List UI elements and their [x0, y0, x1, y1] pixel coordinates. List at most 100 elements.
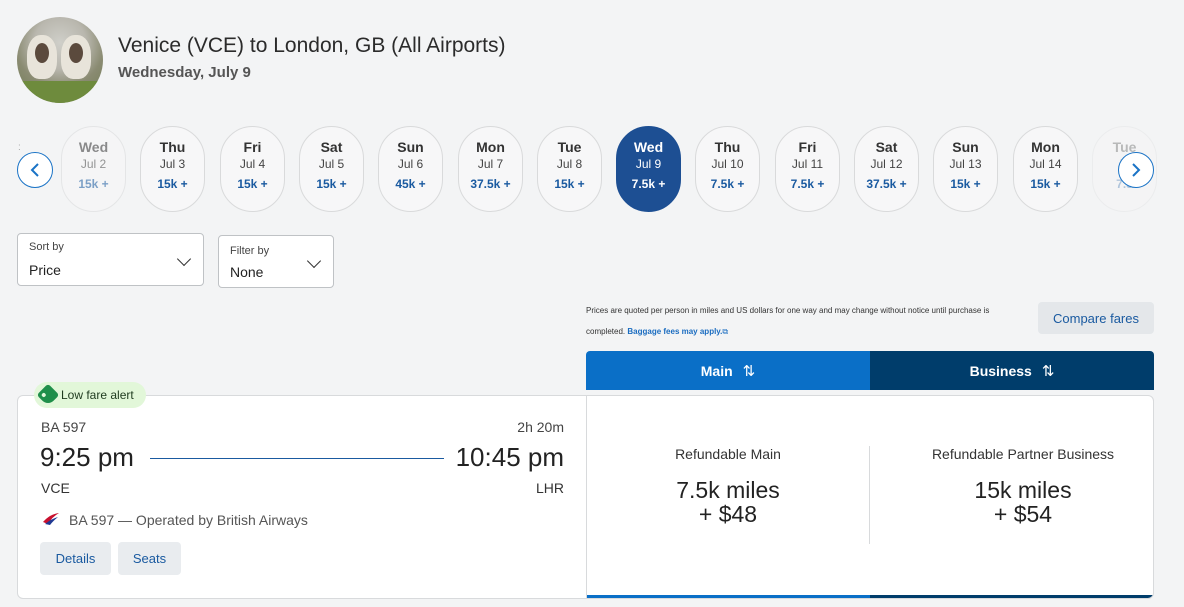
filter-label: Filter by — [230, 245, 270, 257]
date-label: Jul 5 — [318, 157, 345, 171]
date-weekday: Thu — [714, 139, 741, 155]
arrival-time: 10:45 pm — [455, 442, 564, 472]
date-weekday: Sat — [875, 139, 898, 155]
departure-airport: VCE — [41, 480, 70, 496]
chevron-left-icon — [30, 163, 39, 177]
date-weekday: Wed — [78, 139, 109, 155]
compare-fares-button[interactable]: Compare fares — [1038, 302, 1154, 334]
fare-main[interactable]: Refundable Main 7.5k miles + $48 — [632, 446, 824, 526]
date-option[interactable]: Fri Jul 11 7.5k + — [775, 126, 840, 212]
date-weekday: Tue — [1112, 139, 1137, 155]
date-weekday: Thu — [159, 139, 186, 155]
fare-name: Refundable Main — [675, 446, 781, 462]
flight-duration: 2h 20m — [517, 419, 564, 435]
filter-value: None — [230, 264, 264, 280]
price-notice: Prices are quoted per person in miles an… — [586, 306, 990, 336]
route-line — [150, 458, 444, 459]
date-option[interactable]: Sat Jul 5 15k + — [299, 126, 364, 212]
date-weekday: Mon — [1031, 139, 1060, 155]
fare-name: Refundable Partner Business — [931, 446, 1115, 462]
date-price: 15k + — [554, 177, 585, 191]
date-label: Jul 6 — [397, 157, 424, 171]
baggage-fees-link[interactable]: Baggage fees may apply. — [627, 327, 722, 336]
page-subtitle: Wednesday, July 9 — [118, 64, 251, 81]
tab-business[interactable]: Business ⇅ — [870, 351, 1154, 390]
date-weekday: Sun — [952, 139, 979, 155]
date-strip: : Wed Jul 2 15k + Thu Jul 3 15k + Fri Jul 4 15k … — [0, 120, 1184, 220]
tab-main[interactable]: Main ⇅ — [586, 351, 870, 390]
flight-number: BA 597 — [41, 419, 87, 435]
date-option[interactable]: Fri Jul 4 15k + — [220, 126, 285, 212]
date-weekday: Sun — [397, 139, 424, 155]
date-weekday: Mon — [476, 139, 505, 155]
flight-card: BA 597 2h 20m 9:25 pm 10:45 pm VCE LHR B… — [17, 395, 1154, 599]
fare-miles: 7.5k miles — [676, 477, 780, 503]
date-price: 15k + — [1030, 177, 1061, 191]
date-weekday: Fri — [798, 139, 817, 155]
date-option[interactable]: Sat Jul 12 37.5k + — [854, 126, 919, 212]
date-price: 37.5k + — [470, 177, 511, 191]
page-title: Venice (VCE) to London, GB (All Airports… — [118, 34, 506, 57]
date-option[interactable]: Wed Jul 9 7.5k + — [616, 126, 681, 212]
date-price: 7.5k + — [631, 177, 666, 191]
sort-select[interactable]: Sort by Price — [17, 233, 204, 286]
date-price: 15k + — [78, 177, 109, 191]
filter-select[interactable]: Filter by None — [218, 235, 334, 288]
fare-cash: + $54 — [993, 501, 1053, 527]
date-weekday: Sat — [320, 139, 343, 155]
details-button[interactable]: Details — [40, 542, 111, 575]
fare-miles: 15k miles — [974, 477, 1072, 503]
arrival-airport: LHR — [535, 480, 564, 496]
date-price: 7.5k + — [710, 177, 745, 191]
date-label: Jul 10 — [711, 157, 744, 171]
seats-button[interactable]: Seats — [118, 542, 181, 575]
chevron-down-icon — [176, 251, 192, 267]
sheep-image — [61, 35, 91, 79]
british-airways-logo-icon — [43, 513, 59, 525]
chevron-down-icon — [306, 253, 322, 269]
date-label: Jul 7 — [477, 157, 504, 171]
date-label: Jul 2 — [80, 157, 107, 171]
date-option[interactable]: Tue Jul 8 15k + — [537, 126, 602, 212]
date-price: 37.5k + — [866, 177, 907, 191]
date-price: 15k + — [157, 177, 188, 191]
sheep-image — [27, 35, 57, 79]
date-price: 7.5k + — [790, 177, 825, 191]
previous-dates-button[interactable] — [17, 152, 53, 188]
date-label: Jul 9 — [635, 157, 662, 171]
date-price: 15k + — [950, 177, 981, 191]
next-dates-button[interactable] — [1118, 152, 1154, 188]
date-price: 15k + — [237, 177, 268, 191]
date-option[interactable]: Thu Jul 3 15k + — [140, 126, 205, 212]
date-option[interactable]: Sun Jul 6 45k + — [378, 126, 443, 212]
sort-value: Price — [29, 262, 61, 278]
date-label: Jul 11 — [791, 157, 824, 171]
destination-avatar — [17, 17, 103, 103]
date-label: Jul 3 — [159, 157, 186, 171]
sort-arrows-icon: ⇅ — [1041, 362, 1055, 380]
date-weekday: Fri — [243, 139, 262, 155]
date-option[interactable]: Thu Jul 10 7.5k + — [695, 126, 760, 212]
date-label: Jul 4 — [239, 157, 266, 171]
date-label: Jul 13 — [949, 157, 982, 171]
date-option[interactable]: Wed Jul 2 15k + — [61, 126, 126, 212]
fare-cash: + $48 — [698, 501, 758, 527]
fare-business[interactable]: Refundable Partner Business 15k miles + … — [898, 446, 1148, 526]
sort-arrows-icon: ⇅ — [742, 362, 756, 380]
date-label: Jul 12 — [870, 157, 903, 171]
date-price: 15k + — [316, 177, 347, 191]
date-weekday: Wed — [633, 139, 664, 155]
date-label: Jul 14 — [1029, 157, 1062, 171]
date-price: 45k + — [395, 177, 426, 191]
date-label: Jul 8 — [556, 157, 583, 171]
departure-time: 9:25 pm — [40, 442, 134, 472]
date-weekday: Tue — [557, 139, 582, 155]
external-link-icon: ⧉ — [722, 327, 729, 336]
sort-label: Sort by — [29, 241, 64, 253]
price-tag-icon — [36, 383, 60, 407]
date-option[interactable]: Sun Jul 13 15k + — [933, 126, 998, 212]
low-fare-alert-badge: Low fare alert — [34, 382, 146, 408]
operated-by: BA 597 — Operated by British Airways — [69, 512, 308, 528]
date-option[interactable]: Mon Jul 7 37.5k + — [458, 126, 523, 212]
date-option[interactable]: Mon Jul 14 15k + — [1013, 126, 1078, 212]
